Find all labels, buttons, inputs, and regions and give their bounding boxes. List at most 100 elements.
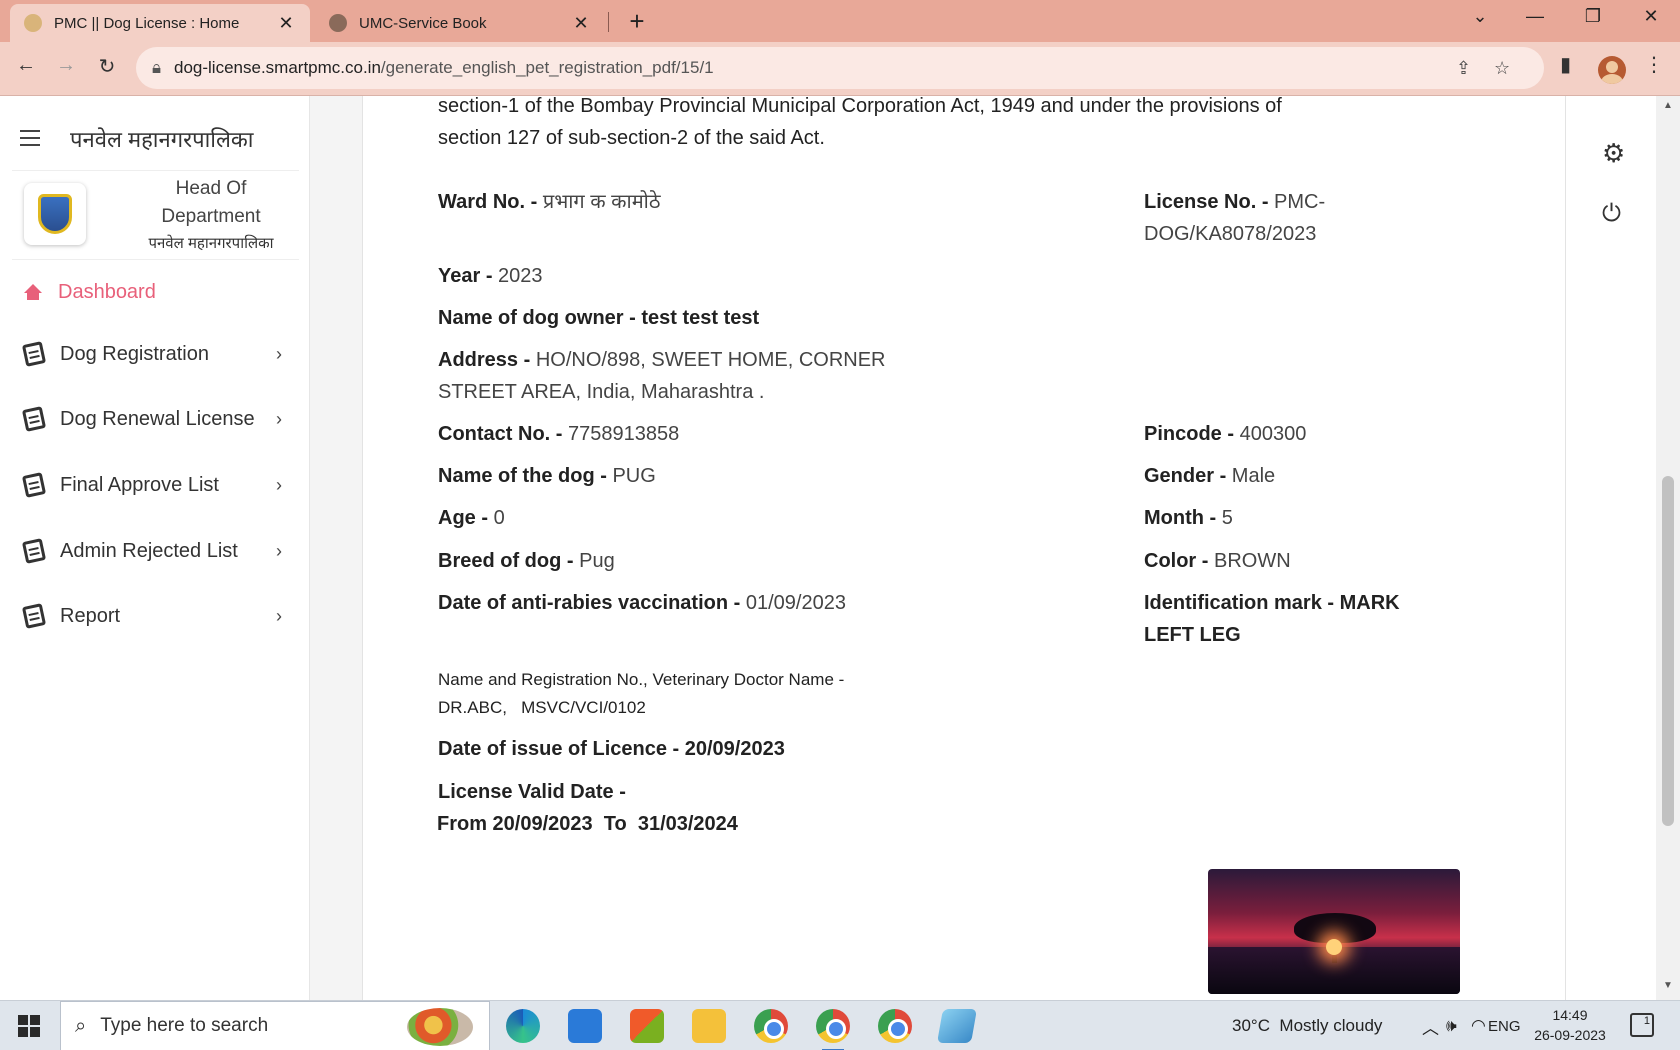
weather-widget[interactable]: 30°C Mostly cloudy bbox=[1232, 1001, 1382, 1050]
chevron-right-icon: › bbox=[276, 605, 282, 626]
reload-icon[interactable]: ↻ bbox=[93, 54, 121, 79]
menu-kebab-icon[interactable]: ⋮ bbox=[1644, 52, 1664, 77]
scrollbar-thumb[interactable] bbox=[1662, 476, 1674, 826]
taskbar-search-box[interactable]: ⌕ Type here to search bbox=[60, 1001, 490, 1050]
minimize-icon[interactable]: — bbox=[1520, 6, 1550, 27]
address-bar[interactable]: 🔒︎ dog-license.smartpmc.co.in /generate_… bbox=[136, 47, 1544, 89]
url-host: dog-license.smartpmc.co.in bbox=[174, 58, 381, 77]
age-field: Age - 0 bbox=[438, 502, 505, 534]
contact-field: Contact No. - 7758913858 bbox=[438, 418, 679, 450]
tab-title: PMC || Dog License : Home bbox=[54, 14, 240, 32]
chevron-right-icon: › bbox=[276, 408, 282, 429]
mail-icon[interactable] bbox=[568, 1009, 602, 1043]
weather-text: 30°C Mostly cloudy bbox=[1232, 1016, 1383, 1035]
power-icon[interactable]: ⏻ bbox=[1602, 200, 1621, 228]
valid-date-label: License Valid Date - bbox=[438, 781, 626, 803]
notification-count: 1 bbox=[1643, 1015, 1650, 1027]
sidebar-item-dog-renewal-license[interactable]: Dog Renewal License › bbox=[0, 395, 300, 443]
issue-date-value: 20/09/2023 bbox=[684, 738, 785, 760]
ward-field: Ward No. - प्रभाग क कामोठे bbox=[438, 186, 660, 218]
profile-avatar[interactable] bbox=[1598, 56, 1626, 84]
brand-title: पनवेल महानगरपालिका bbox=[70, 127, 254, 152]
taskbar-search-placeholder: Type here to search bbox=[100, 1015, 269, 1036]
ward-value: प्रभाग क कामोठे bbox=[542, 191, 661, 213]
identification-mark-value-cont: LEFT LEG bbox=[1144, 624, 1241, 646]
show-hidden-icons-icon[interactable]: ︿ bbox=[1422, 1001, 1439, 1050]
browser-toolbar: ← → ↻ 🔒︎ dog-license.smartpmc.co.in /gen… bbox=[0, 42, 1680, 96]
license-no-value-cont: DOG/KA8078/2023 bbox=[1144, 223, 1317, 245]
hamburger-menu-icon[interactable] bbox=[20, 130, 40, 151]
emblem-icon bbox=[38, 194, 72, 234]
system-clock[interactable]: 14:49 26-09-2023 bbox=[1530, 1005, 1610, 1045]
gear-icon[interactable]: ⚙ bbox=[1602, 138, 1625, 169]
side-panel-icon[interactable]: ▮ bbox=[1560, 52, 1571, 77]
chrome-icon[interactable] bbox=[754, 1009, 788, 1043]
vaccination-value: 01/09/2023 bbox=[745, 592, 846, 614]
sidebar-item-final-approve-list[interactable]: Final Approve List › bbox=[0, 461, 300, 509]
close-tab-icon[interactable]: ✕ bbox=[276, 13, 296, 34]
month-field: Month - 5 bbox=[1144, 502, 1233, 534]
license-certificate: section-1 of the Bombay Provincial Munic… bbox=[362, 96, 1566, 1000]
document-icon bbox=[21, 538, 47, 564]
clock-date: 26-09-2023 bbox=[1534, 1027, 1606, 1043]
sidebar-item-label: Final Approve List bbox=[60, 473, 219, 496]
license-no-label: License No. - bbox=[1144, 191, 1275, 213]
chrome-profile-2-icon[interactable] bbox=[878, 1009, 912, 1043]
notepad-icon[interactable] bbox=[937, 1009, 977, 1043]
color-label: Color - bbox=[1144, 550, 1214, 572]
tab-separator bbox=[608, 12, 609, 32]
new-tab-icon[interactable]: + bbox=[624, 6, 650, 37]
sidebar-item-dashboard[interactable]: Dashboard bbox=[0, 268, 300, 316]
gender-label: Gender - bbox=[1144, 465, 1232, 487]
file-explorer-icon[interactable] bbox=[692, 1009, 726, 1043]
scroll-down-icon[interactable]: ▼ bbox=[1663, 980, 1673, 991]
sidebar: पनवेल महानगरपालिका Head Of Department पन… bbox=[0, 96, 310, 1000]
license-no-field: License No. - PMC- DOG/KA8078/2023 bbox=[1144, 186, 1444, 250]
scroll-up-icon[interactable]: ▲ bbox=[1663, 100, 1673, 111]
close-window-icon[interactable]: ✕ bbox=[1636, 6, 1666, 27]
pmc-favicon-icon bbox=[24, 14, 42, 32]
volume-icon[interactable]: 🕪︎ bbox=[1446, 1001, 1457, 1050]
year-value: 2023 bbox=[498, 265, 543, 287]
microsoft-store-icon[interactable] bbox=[630, 1009, 664, 1043]
language-indicator[interactable]: ENG bbox=[1488, 1001, 1521, 1050]
year-field: Year - 2023 bbox=[438, 260, 543, 292]
close-tab-icon[interactable]: ✕ bbox=[571, 13, 591, 34]
vet-label: Name and Registration No., Veterinary Do… bbox=[438, 670, 845, 689]
sidebar-item-report[interactable]: Report › bbox=[0, 592, 300, 640]
bookmark-star-icon[interactable]: ☆ bbox=[1494, 47, 1510, 89]
age-label: Age - bbox=[438, 507, 494, 529]
notification-center-icon[interactable]: 1 bbox=[1630, 1013, 1654, 1037]
edge-icon[interactable] bbox=[506, 1009, 540, 1043]
tab-title: UMC-Service Book bbox=[359, 14, 487, 32]
back-icon[interactable]: ← bbox=[12, 54, 40, 77]
windows-taskbar: ⌕ Type here to search 30°C Mostly cloudy… bbox=[0, 1000, 1680, 1050]
sidebar-item-admin-rejected-list[interactable]: Admin Rejected List › bbox=[0, 527, 300, 575]
search-icon: ⌕ bbox=[75, 1014, 87, 1037]
tab-search-chevron-icon[interactable]: ⌄ bbox=[1465, 6, 1495, 27]
dog-name-field: Name of the dog - PUG bbox=[438, 460, 656, 492]
breed-field: Breed of dog - Pug bbox=[438, 545, 615, 577]
owner-value: test test test bbox=[641, 307, 760, 329]
municipal-logo bbox=[24, 183, 86, 245]
share-icon[interactable]: ⇪ bbox=[1456, 47, 1471, 89]
home-icon bbox=[24, 283, 42, 300]
search-highlight-image bbox=[407, 1008, 473, 1046]
windows-start-icon[interactable] bbox=[18, 1015, 40, 1037]
restore-icon[interactable]: ❐ bbox=[1578, 6, 1608, 27]
tab-dog-license[interactable]: PMC || Dog License : Home ✕ bbox=[10, 4, 310, 42]
gender-value: Male bbox=[1231, 465, 1276, 487]
sidebar-item-dog-registration[interactable]: Dog Registration › bbox=[0, 330, 300, 378]
network-icon[interactable]: ◠ bbox=[1471, 1001, 1486, 1050]
year-label: Year - bbox=[438, 265, 499, 287]
chrome-profile-icon[interactable] bbox=[816, 1009, 850, 1050]
dog-photo-image bbox=[1208, 869, 1460, 994]
veterinary-doctor-field: Name and Registration No., Veterinary Do… bbox=[438, 666, 844, 722]
forward-icon[interactable]: → bbox=[52, 54, 80, 77]
address-field: Address - HO/NO/898, SWEET HOME, CORNER … bbox=[438, 344, 958, 408]
user-profile-card: Head Of Department पनवेल महानगरपालिका bbox=[12, 170, 299, 260]
page-scrollbar[interactable]: ▲ ▼ bbox=[1656, 96, 1680, 1000]
vet-value: DR.ABC, MSVC/VCI/0102 bbox=[438, 698, 646, 717]
tab-umc-service-book[interactable]: UMC-Service Book ✕ bbox=[315, 4, 605, 42]
sidebar-item-label: Dog Registration bbox=[60, 342, 209, 365]
